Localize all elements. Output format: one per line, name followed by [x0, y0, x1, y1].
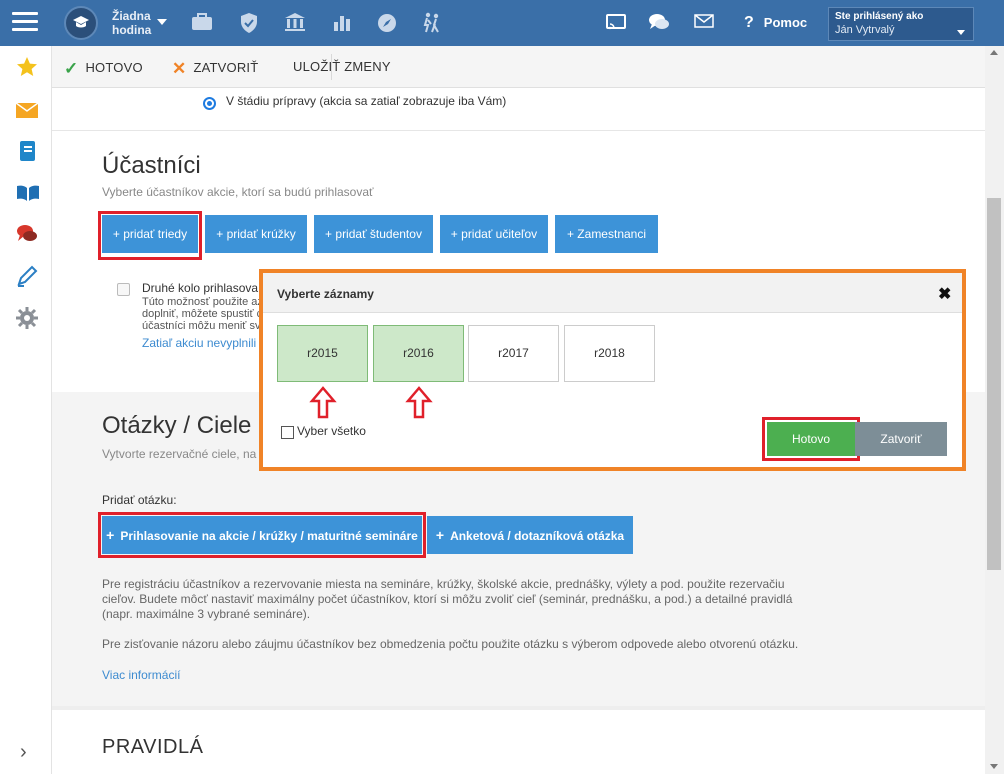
- done-button[interactable]: ✓ HOTOVO: [64, 59, 143, 79]
- chevron-right-icon[interactable]: ›: [20, 741, 27, 764]
- star-icon[interactable]: [15, 55, 39, 79]
- add-students-button[interactable]: + pridať študentov: [314, 215, 433, 253]
- chevron-down-icon[interactable]: [157, 19, 167, 25]
- rules-section: PRAVIDLÁ: [52, 710, 985, 774]
- dialog-title: Vyberte záznamy: [277, 287, 374, 301]
- add-employees-button[interactable]: + Zamestnanci: [555, 215, 658, 253]
- gear-icon[interactable]: [15, 306, 39, 330]
- participants-subtitle: Vyberte účastníkov akcie, ktorí sa budú …: [102, 185, 374, 199]
- vertical-scrollbar[interactable]: [985, 46, 1004, 774]
- left-sidebar: ›: [0, 46, 52, 774]
- menu-icon[interactable]: [12, 12, 38, 34]
- close-label: ZATVORIŤ: [193, 60, 259, 75]
- scroll-thumb[interactable]: [987, 198, 1001, 570]
- add-clubs-button[interactable]: + pridať krúžky: [205, 215, 307, 253]
- close-button[interactable]: ✕ ZATVORIŤ: [172, 59, 258, 79]
- second-round-label: Druhé kolo prihlasova: [142, 281, 259, 295]
- shield-check-icon[interactable]: [239, 12, 263, 34]
- chat-bubbles-icon[interactable]: [15, 222, 39, 246]
- plus-icon: +: [435, 527, 445, 543]
- user-name: Ján Vytrvalý: [835, 24, 895, 36]
- questions-subtitle: Vytvorte rezervačné ciele, na: [102, 447, 257, 461]
- rules-heading: PRAVIDLÁ: [102, 736, 204, 758]
- dialog-done-button[interactable]: Hotovo: [767, 422, 855, 456]
- select-all-label: Vyber všetko: [297, 424, 366, 438]
- select-all-checkbox[interactable]: [281, 426, 294, 439]
- status-radio-preparation[interactable]: [203, 97, 216, 110]
- dialog-header: Vyberte záznamy ✖: [263, 273, 962, 313]
- incomplete-link[interactable]: Zatiaľ akciu nevyplnili: [142, 336, 256, 350]
- open-book-icon[interactable]: [15, 181, 39, 205]
- save-changes-button[interactable]: ULOŽIŤ ZMENY: [293, 59, 391, 74]
- registration-question-button[interactable]: + Prihlasovanie na akcie / krúžky / matur…: [102, 516, 422, 554]
- hour-selector[interactable]: Žiadna hodina: [112, 9, 154, 37]
- walking-people-icon[interactable]: [421, 12, 445, 34]
- pen-icon[interactable]: [15, 264, 39, 288]
- help-label: Pomoc: [763, 15, 808, 30]
- scroll-up-icon[interactable]: [990, 50, 998, 55]
- registration-description-line-3: (napr. maximálne 3 vybrané semináre).: [102, 607, 311, 621]
- record-tile-r2016[interactable]: r2016: [373, 325, 464, 382]
- registration-description-line-1: Pre registráciu účastníkov a rezervovani…: [102, 577, 785, 591]
- up-arrow-icon: [309, 386, 337, 419]
- second-round-help-3: účastníci môžu meniť sv: [142, 320, 261, 332]
- email-icon[interactable]: [693, 12, 717, 34]
- close-x-icon[interactable]: ✖: [938, 284, 951, 304]
- bar-chart-icon[interactable]: [332, 12, 356, 34]
- record-tile-r2018[interactable]: r2018: [564, 325, 655, 382]
- dialog-close-button[interactable]: Zatvoriť: [855, 422, 947, 456]
- record-tile-r2017[interactable]: r2017: [468, 325, 559, 382]
- questions-heading: Otázky / Ciele: [102, 412, 252, 439]
- done-label: HOTOVO: [85, 60, 143, 75]
- second-round-help-1: Túto možnosť použite az: [142, 296, 263, 308]
- survey-label: Anketová / dotazníková otázka: [450, 529, 625, 543]
- more-info-link[interactable]: Viac informácií: [102, 668, 180, 682]
- record-tile-r2015[interactable]: r2015: [277, 325, 368, 382]
- survey-question-button[interactable]: + Anketová / dotazníková otázka: [427, 516, 633, 554]
- add-question-label: Pridať otázku:: [102, 493, 177, 507]
- compass-icon[interactable]: [376, 12, 400, 34]
- survey-description: Pre zisťovanie názoru alebo záujmu účast…: [102, 637, 799, 651]
- status-section: V štádiu prípravy (akcia sa zatiaľ zobra…: [52, 88, 985, 130]
- institution-icon[interactable]: [284, 12, 308, 34]
- question-mark-icon: ?: [744, 14, 754, 31]
- second-round-help-2: doplniť, môžete spustiť c: [142, 308, 263, 320]
- registration-description-line-2: cieľov. Budete môcť nastaviť maximálny p…: [102, 592, 793, 606]
- second-round-checkbox[interactable]: [117, 283, 130, 296]
- registration-label: Prihlasovanie na akcie / krúžky / maturi…: [120, 529, 418, 543]
- action-toolbar: ✓ HOTOVO ✕ ZATVORIŤ ULOŽIŤ ZMENY: [52, 46, 988, 88]
- add-teachers-button[interactable]: + pridať učiteľov: [440, 215, 548, 253]
- save-label: ULOŽIŤ ZMENY: [293, 59, 391, 74]
- notebook-icon[interactable]: [15, 139, 39, 163]
- select-records-dialog: Vyberte záznamy ✖ r2015 r2016 r2017 r201…: [259, 269, 966, 471]
- scroll-down-icon[interactable]: [990, 764, 998, 769]
- chevron-down-icon: [957, 30, 965, 35]
- plus-icon: +: [106, 527, 115, 543]
- chat-icon[interactable]: [648, 12, 672, 34]
- participants-heading: Účastníci: [102, 152, 201, 179]
- user-caption: Ste prihlásený ako: [835, 11, 924, 22]
- checkmark-icon: ✓: [64, 59, 79, 78]
- user-account-dropdown[interactable]: Ste prihlásený ako Ján Vytrvalý: [828, 7, 974, 41]
- top-navigation-bar: Žiadna hodina ? Pomoc Ste prihlásený ako …: [0, 0, 1004, 46]
- status-radio-label: V štádiu prípravy (akcia sa zatiaľ zobra…: [226, 94, 507, 108]
- up-arrow-icon: [405, 386, 433, 419]
- envelope-icon[interactable]: [15, 98, 39, 122]
- close-x-icon: ✕: [172, 59, 187, 78]
- add-classes-button[interactable]: + pridať triedy: [102, 215, 198, 253]
- help-button[interactable]: ? Pomoc: [744, 14, 807, 32]
- briefcase-icon[interactable]: [191, 12, 215, 34]
- registration-description: Pre registráciu účastníkov a rezervovani…: [102, 577, 842, 622]
- cast-icon[interactable]: [605, 12, 629, 34]
- school-logo-icon[interactable]: [64, 6, 98, 40]
